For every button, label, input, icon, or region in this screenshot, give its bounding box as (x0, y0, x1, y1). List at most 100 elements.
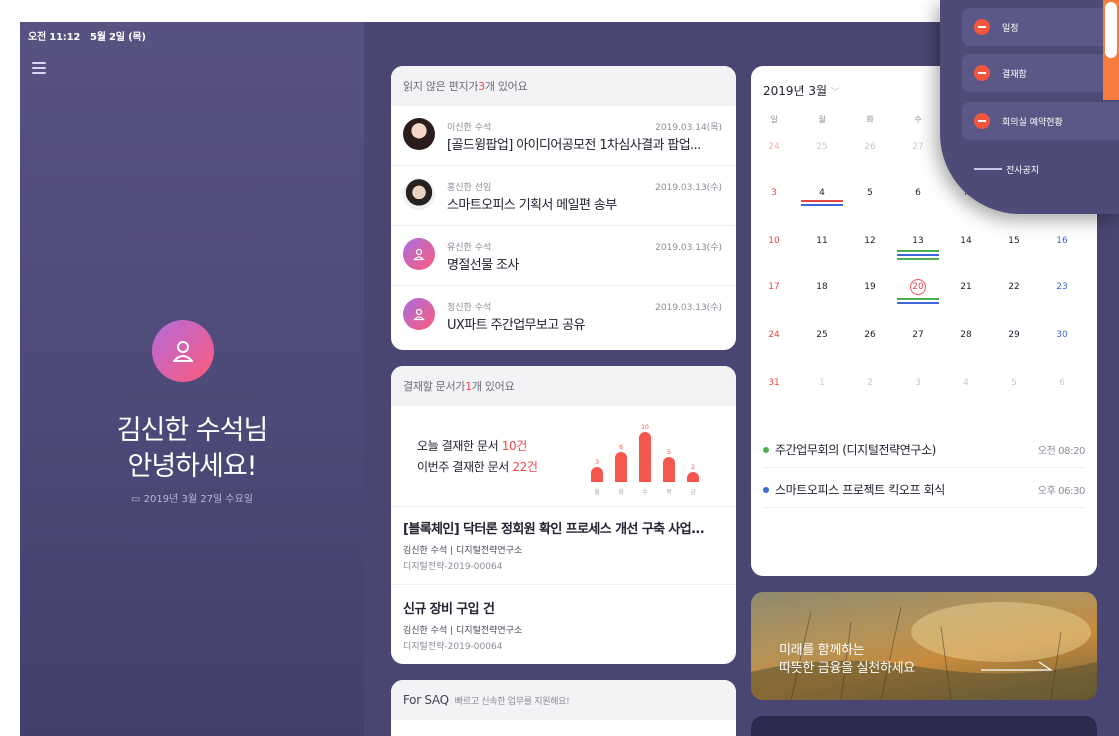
calendar-day[interactable]: 15 (999, 236, 1029, 246)
calendar-day-number: 23 (1056, 282, 1068, 292)
calendar-day[interactable]: 23 (1047, 282, 1077, 292)
mail-item[interactable]: 유신한 수석 2019.03.13(수) 명절선물 조사 (391, 226, 736, 286)
mail-sender: 정신한 수석 (447, 303, 492, 313)
quick-menu-meeting-room[interactable]: 회의실 예약현황 (962, 102, 1119, 140)
calendar-day[interactable]: 5 (855, 188, 885, 198)
quick-menu-label: 결재함 (1002, 69, 1027, 80)
quick-menu-toggle[interactable] (1103, 0, 1119, 100)
mail-sender: 유신한 수석 (447, 243, 492, 253)
calendar-day[interactable]: 31 (759, 378, 789, 388)
calendar-day[interactable]: 4 (951, 378, 981, 388)
mail-item[interactable]: 정신한 수석 2019.03.13(수) UX파트 주간업무보고 공유 (391, 286, 736, 346)
menu-icon[interactable] (32, 62, 46, 74)
calendar-day-number: 31 (768, 378, 780, 388)
remove-icon[interactable] (974, 113, 990, 129)
calendar-event-bar[interactable] (897, 258, 939, 260)
calendar-day[interactable]: 13 (903, 236, 933, 246)
calendar-day[interactable]: 2 (855, 378, 885, 388)
person-icon (413, 248, 425, 261)
calendar-day[interactable]: 14 (951, 236, 981, 246)
calendar-day[interactable]: 27 (903, 142, 933, 152)
week-count: 22건 (512, 460, 538, 474)
calendar-day[interactable]: 11 (807, 236, 837, 246)
mail-item[interactable]: 홍신한 선임 2019.03.13(수) 스마트오피스 기획서 메일편 송부 (391, 166, 736, 226)
calendar-event-bar[interactable] (897, 250, 939, 252)
remove-icon[interactable] (974, 19, 990, 35)
calendar-day[interactable]: 24 (759, 142, 789, 152)
calendar-day-today[interactable]: 20 (903, 279, 933, 295)
calendar-day-number: 6 (915, 188, 921, 198)
calendar-day[interactable]: 3 (759, 188, 789, 198)
calendar-day[interactable]: 4 (807, 188, 837, 198)
calendar-day-number: 26 (864, 330, 876, 340)
bar-value-label: 6 (619, 444, 623, 451)
approval-header-suffix: 개 있어요 (471, 380, 515, 393)
mail-sender: 홍신한 선임 (447, 183, 492, 193)
calendar-day[interactable]: 26 (855, 330, 885, 340)
calendar-month[interactable]: 2019년 3월 ﹀ (763, 82, 840, 99)
calendar-day[interactable]: 27 (903, 330, 933, 340)
calendar-day[interactable]: 25 (807, 142, 837, 152)
approval-doc[interactable]: 신규 장비 구입 건 김신한 수석 | 디지털전략연구소 디지털전략-2019-… (403, 598, 723, 652)
mail-item[interactable]: 이신한 수석 2019.03.14(목) [골드윙팝업] 아이디어공모전 1차심… (391, 106, 736, 166)
calendar-day[interactable]: 12 (855, 236, 885, 246)
approval-card-header: 결재할 문서가 1개 있어요 (391, 366, 736, 406)
quick-menu-schedule[interactable]: 일정 (962, 8, 1119, 46)
user-avatar[interactable] (152, 320, 214, 382)
week-label: 이번주 결재한 문서 (417, 460, 513, 474)
quick-menu-approval[interactable]: 결재함 (962, 54, 1119, 92)
calendar-day[interactable]: 3 (903, 378, 933, 388)
drag-handle-icon[interactable] (974, 168, 1002, 170)
calendar-day[interactable]: 5 (999, 378, 1029, 388)
sender-photo (403, 118, 435, 150)
person-icon (413, 308, 425, 321)
approval-card[interactable]: 결재할 문서가 1개 있어요 오늘 결재한 문서 10건 이번주 결재한 문서 … (391, 366, 736, 664)
weekday-label: 일 (770, 115, 778, 124)
calendar-day-number: 25 (816, 142, 828, 152)
bottom-card[interactable] (751, 716, 1097, 736)
calendar-day-number: 27 (912, 330, 924, 340)
mail-subject: 명절선물 조사 (447, 258, 519, 273)
mail-header-text: 읽지 않은 편지가 (403, 80, 479, 93)
calendar-day[interactable]: 22 (999, 282, 1029, 292)
calendar-day-number: 12 (864, 236, 876, 246)
greeting-date: ▭ 2019년 3월 27일 수요일 (131, 494, 253, 505)
event-item[interactable]: 주간업무회의 (디지털전략연구소) 오전 08:20 (763, 430, 1085, 468)
calendar-day[interactable]: 16 (1047, 236, 1077, 246)
calendar-day[interactable]: 29 (999, 330, 1029, 340)
mail-count: 3 (478, 79, 485, 93)
calendar-day[interactable]: 6 (1047, 378, 1077, 388)
calendar-event-bar[interactable] (801, 204, 843, 206)
calendar-day[interactable]: 19 (855, 282, 885, 292)
calendar-event-bar[interactable] (897, 302, 939, 304)
calendar-event-bar[interactable] (801, 200, 843, 202)
calendar-day-number: 3 (915, 378, 921, 388)
calendar-day[interactable]: 6 (903, 188, 933, 198)
calendar-event-bar[interactable] (897, 254, 939, 256)
calendar-day[interactable]: 18 (807, 282, 837, 292)
chart-bar (639, 432, 651, 482)
unread-mail-card[interactable]: 읽지 않은 편지가 3개 있어요 이신한 수석 2019.03.14(목) [골… (391, 66, 736, 350)
quick-menu-panel: 일정 결재함 회의실 예약현황 전사공지 (940, 0, 1119, 214)
approval-doc[interactable]: [블록체인] 닥터론 정회원 확인 프로세스 개선 구축 사업... 김신한 수… (403, 518, 723, 572)
calendar-day[interactable]: 24 (759, 330, 789, 340)
event-item[interactable]: 스마트오피스 프로젝트 킥오프 회식 오후 06:30 (763, 470, 1085, 508)
calendar-day[interactable]: 10 (759, 236, 789, 246)
calendar-day-number: 29 (1008, 330, 1020, 340)
saq-card[interactable]: For SAQ 빠르고 신속한 업무를 지원해요! (391, 680, 736, 736)
calendar-event-bar[interactable] (897, 298, 939, 300)
mail-card-header: 읽지 않은 편지가 3개 있어요 (391, 66, 736, 106)
calendar-day-number: 16 (1056, 236, 1068, 246)
calendar-day[interactable]: 21 (951, 282, 981, 292)
calendar-day[interactable]: 25 (807, 330, 837, 340)
calendar-day[interactable]: 17 (759, 282, 789, 292)
remove-icon[interactable] (974, 65, 990, 81)
mail-sender: 이신한 수석 (447, 123, 492, 133)
calendar-day[interactable]: 28 (951, 330, 981, 340)
calendar-day[interactable]: 1 (807, 378, 837, 388)
calendar-day[interactable]: 30 (1047, 330, 1077, 340)
promo-banner[interactable]: 미래를 함께하는 따뜻한 금융을 실천하세요 (751, 592, 1097, 700)
approval-summary: 오늘 결재한 문서 10건 이번주 결재한 문서 22건 (417, 436, 538, 478)
calendar-day[interactable]: 26 (855, 142, 885, 152)
quick-menu-notice[interactable]: 전사공지 (962, 150, 1119, 188)
